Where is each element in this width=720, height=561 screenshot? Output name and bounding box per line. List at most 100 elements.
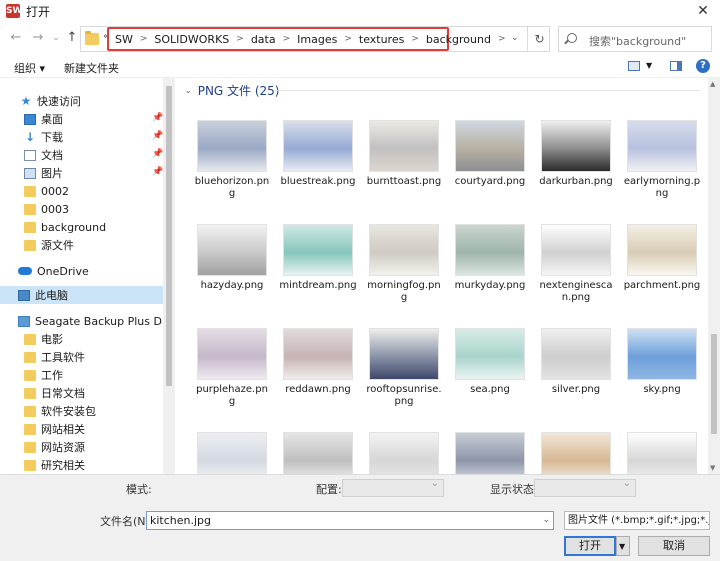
sidebar-item-quick-access[interactable]: ★ 快速访问 [0, 92, 163, 110]
sidebar-item-this-pc[interactable]: 此电脑 [0, 286, 163, 304]
search-box[interactable]: 搜索"background" [558, 26, 712, 52]
breadcrumb-item[interactable]: SOLIDWORKS [154, 33, 229, 46]
address-bar[interactable]: « SW > SOLIDWORKS > data > Images > text… [80, 26, 550, 52]
chevron-right-icon[interactable]: > [283, 34, 291, 44]
file-tile[interactable]: burnttoast.png [363, 120, 445, 220]
sidebar-item-folder[interactable]: 工作 [0, 366, 163, 384]
scrollbar-thumb[interactable] [711, 334, 717, 434]
breadcrumb-item[interactable]: Images [297, 33, 337, 46]
search-input[interactable]: 搜索"background" [589, 33, 686, 49]
sidebar-item-folder[interactable]: 工具软件 [0, 348, 163, 366]
file-tile[interactable]: darkurban.png [535, 120, 617, 220]
open-button[interactable]: 打开 [564, 536, 616, 556]
sidebar-item-label: 图片 [41, 167, 63, 180]
file-tile[interactable] [363, 432, 445, 474]
file-tile[interactable] [191, 432, 273, 474]
recent-dropdown-icon[interactable]: ⌄ [48, 30, 64, 46]
sidebar-item-label: 网站相关 [41, 423, 85, 436]
breadcrumb-item[interactable]: background [426, 33, 491, 46]
sidebar-item-label: 快速访问 [37, 95, 81, 108]
new-folder-button[interactable]: 新建文件夹 [64, 60, 119, 76]
content-scrollbar[interactable]: ▲ ▼ [708, 78, 720, 474]
scrollbar-thumb[interactable] [166, 86, 172, 386]
sidebar-item-folder[interactable]: 网站相关 [0, 420, 163, 438]
display-state-select [534, 478, 636, 497]
sidebar-item-folder[interactable]: 网站资源 [0, 438, 163, 456]
view-options-icon[interactable] [628, 61, 640, 71]
cancel-button[interactable]: 取消 [638, 536, 710, 556]
sidebar-item-folder[interactable]: 源文件 [0, 236, 163, 254]
back-arrow-icon[interactable]: ← [8, 30, 24, 46]
chevron-right-icon[interactable]: > [344, 34, 352, 44]
sidebar-item-folder[interactable]: 软件安装包 [0, 402, 163, 420]
file-tile[interactable]: silver.png [535, 328, 617, 428]
chevron-down-icon[interactable]: ⌄ [185, 86, 192, 95]
file-tile[interactable]: reddawn.png [277, 328, 359, 428]
sidebar-item-folder[interactable]: 电影 [0, 330, 163, 348]
breadcrumb-item[interactable]: textures [359, 33, 404, 46]
group-header[interactable]: ⌄ PNG 文件 (25) [185, 82, 279, 99]
navigation-pane: ★ 快速访问 桌面 📌 ↓ 下载 📌 文档 📌 图片 📌 0002 0003 b… [0, 78, 175, 474]
sidebar-scrollbar[interactable] [163, 78, 175, 474]
scroll-up-icon[interactable]: ▲ [710, 80, 715, 88]
file-tile[interactable]: mintdream.png [277, 224, 359, 324]
up-arrow-icon[interactable]: ↑ [64, 30, 80, 46]
file-tile[interactable]: earlymorning.png [621, 120, 703, 220]
file-tile[interactable]: bluehorizon.png [191, 120, 273, 220]
file-tile[interactable] [621, 432, 703, 474]
sidebar-item-folder[interactable]: 0002 [0, 182, 163, 200]
sidebar-item-folder[interactable]: background [0, 218, 163, 236]
sidebar-item-downloads[interactable]: ↓ 下载 📌 [0, 128, 163, 146]
pin-icon[interactable]: 📌 [152, 149, 163, 159]
image-thumbnail [541, 328, 611, 380]
organize-button[interactable]: 组织 ▾ [14, 60, 45, 76]
pin-icon[interactable]: 📌 [152, 113, 163, 123]
forward-arrow-icon[interactable]: → [30, 30, 46, 46]
chevron-down-icon[interactable]: ⌄ [542, 512, 550, 529]
sidebar-item-folder[interactable]: 0003 [0, 200, 163, 218]
file-tile[interactable]: courtyard.png [449, 120, 531, 220]
sidebar-item-label: 源文件 [41, 239, 74, 252]
filename-input[interactable]: kitchen.jpg ⌄ [146, 511, 554, 530]
pin-icon[interactable]: 📌 [152, 167, 163, 177]
sidebar-item-documents[interactable]: 文档 📌 [0, 146, 163, 164]
file-tile[interactable]: parchment.png [621, 224, 703, 324]
file-tile[interactable]: sky.png [621, 328, 703, 428]
file-tile[interactable]: murkyday.png [449, 224, 531, 324]
sidebar-item-folder[interactable]: 日常文档 [0, 384, 163, 402]
sidebar-item-label: 软件安装包 [41, 405, 96, 418]
chevron-right-icon[interactable]: > [140, 34, 148, 44]
sidebar-item-label: OneDrive [37, 264, 89, 278]
help-icon[interactable]: ? [696, 59, 710, 73]
refresh-icon[interactable]: ↻ [527, 27, 551, 51]
file-tile[interactable]: purplehaze.png [191, 328, 273, 428]
chevron-right-icon[interactable]: > [411, 34, 419, 44]
file-tile[interactable] [535, 432, 617, 474]
pin-icon[interactable]: 📌 [152, 131, 163, 141]
folder-icon [24, 459, 36, 471]
file-tile[interactable]: bluestreak.png [277, 120, 359, 220]
sidebar-item-drive[interactable]: Seagate Backup Plus Drive (E [0, 312, 175, 330]
file-tile[interactable] [449, 432, 531, 474]
preview-pane-icon[interactable] [670, 61, 682, 71]
close-icon[interactable]: ✕ [694, 2, 712, 20]
chevron-down-icon[interactable]: ⌄ [511, 33, 519, 43]
file-tile[interactable]: nextenginescan.png [535, 224, 617, 324]
breadcrumb-item[interactable]: data [251, 33, 276, 46]
file-tile[interactable]: morningfog.png [363, 224, 445, 324]
chevron-right-icon[interactable]: > [498, 34, 506, 44]
chevron-down-icon[interactable]: ▼ [646, 61, 652, 70]
sidebar-item-pictures[interactable]: 图片 📌 [0, 164, 163, 182]
file-tile[interactable] [277, 432, 359, 474]
sidebar-item-onedrive[interactable]: OneDrive [0, 262, 163, 280]
file-tile[interactable]: hazyday.png [191, 224, 273, 324]
chevron-right-icon[interactable]: > [236, 34, 244, 44]
sidebar-item-desktop[interactable]: 桌面 📌 [0, 110, 163, 128]
file-tile[interactable]: rooftopsunrise.png [363, 328, 445, 428]
scroll-down-icon[interactable]: ▼ [710, 464, 715, 472]
file-type-select[interactable]: 图片文件 (*.bmp;*.gif;*.jpg;*.jp [564, 511, 710, 530]
open-options-button[interactable]: ▼ [616, 536, 630, 556]
sidebar-item-folder[interactable]: 研究相关 [0, 456, 163, 474]
breadcrumb-item[interactable]: SW [115, 33, 133, 46]
file-tile[interactable]: sea.png [449, 328, 531, 428]
